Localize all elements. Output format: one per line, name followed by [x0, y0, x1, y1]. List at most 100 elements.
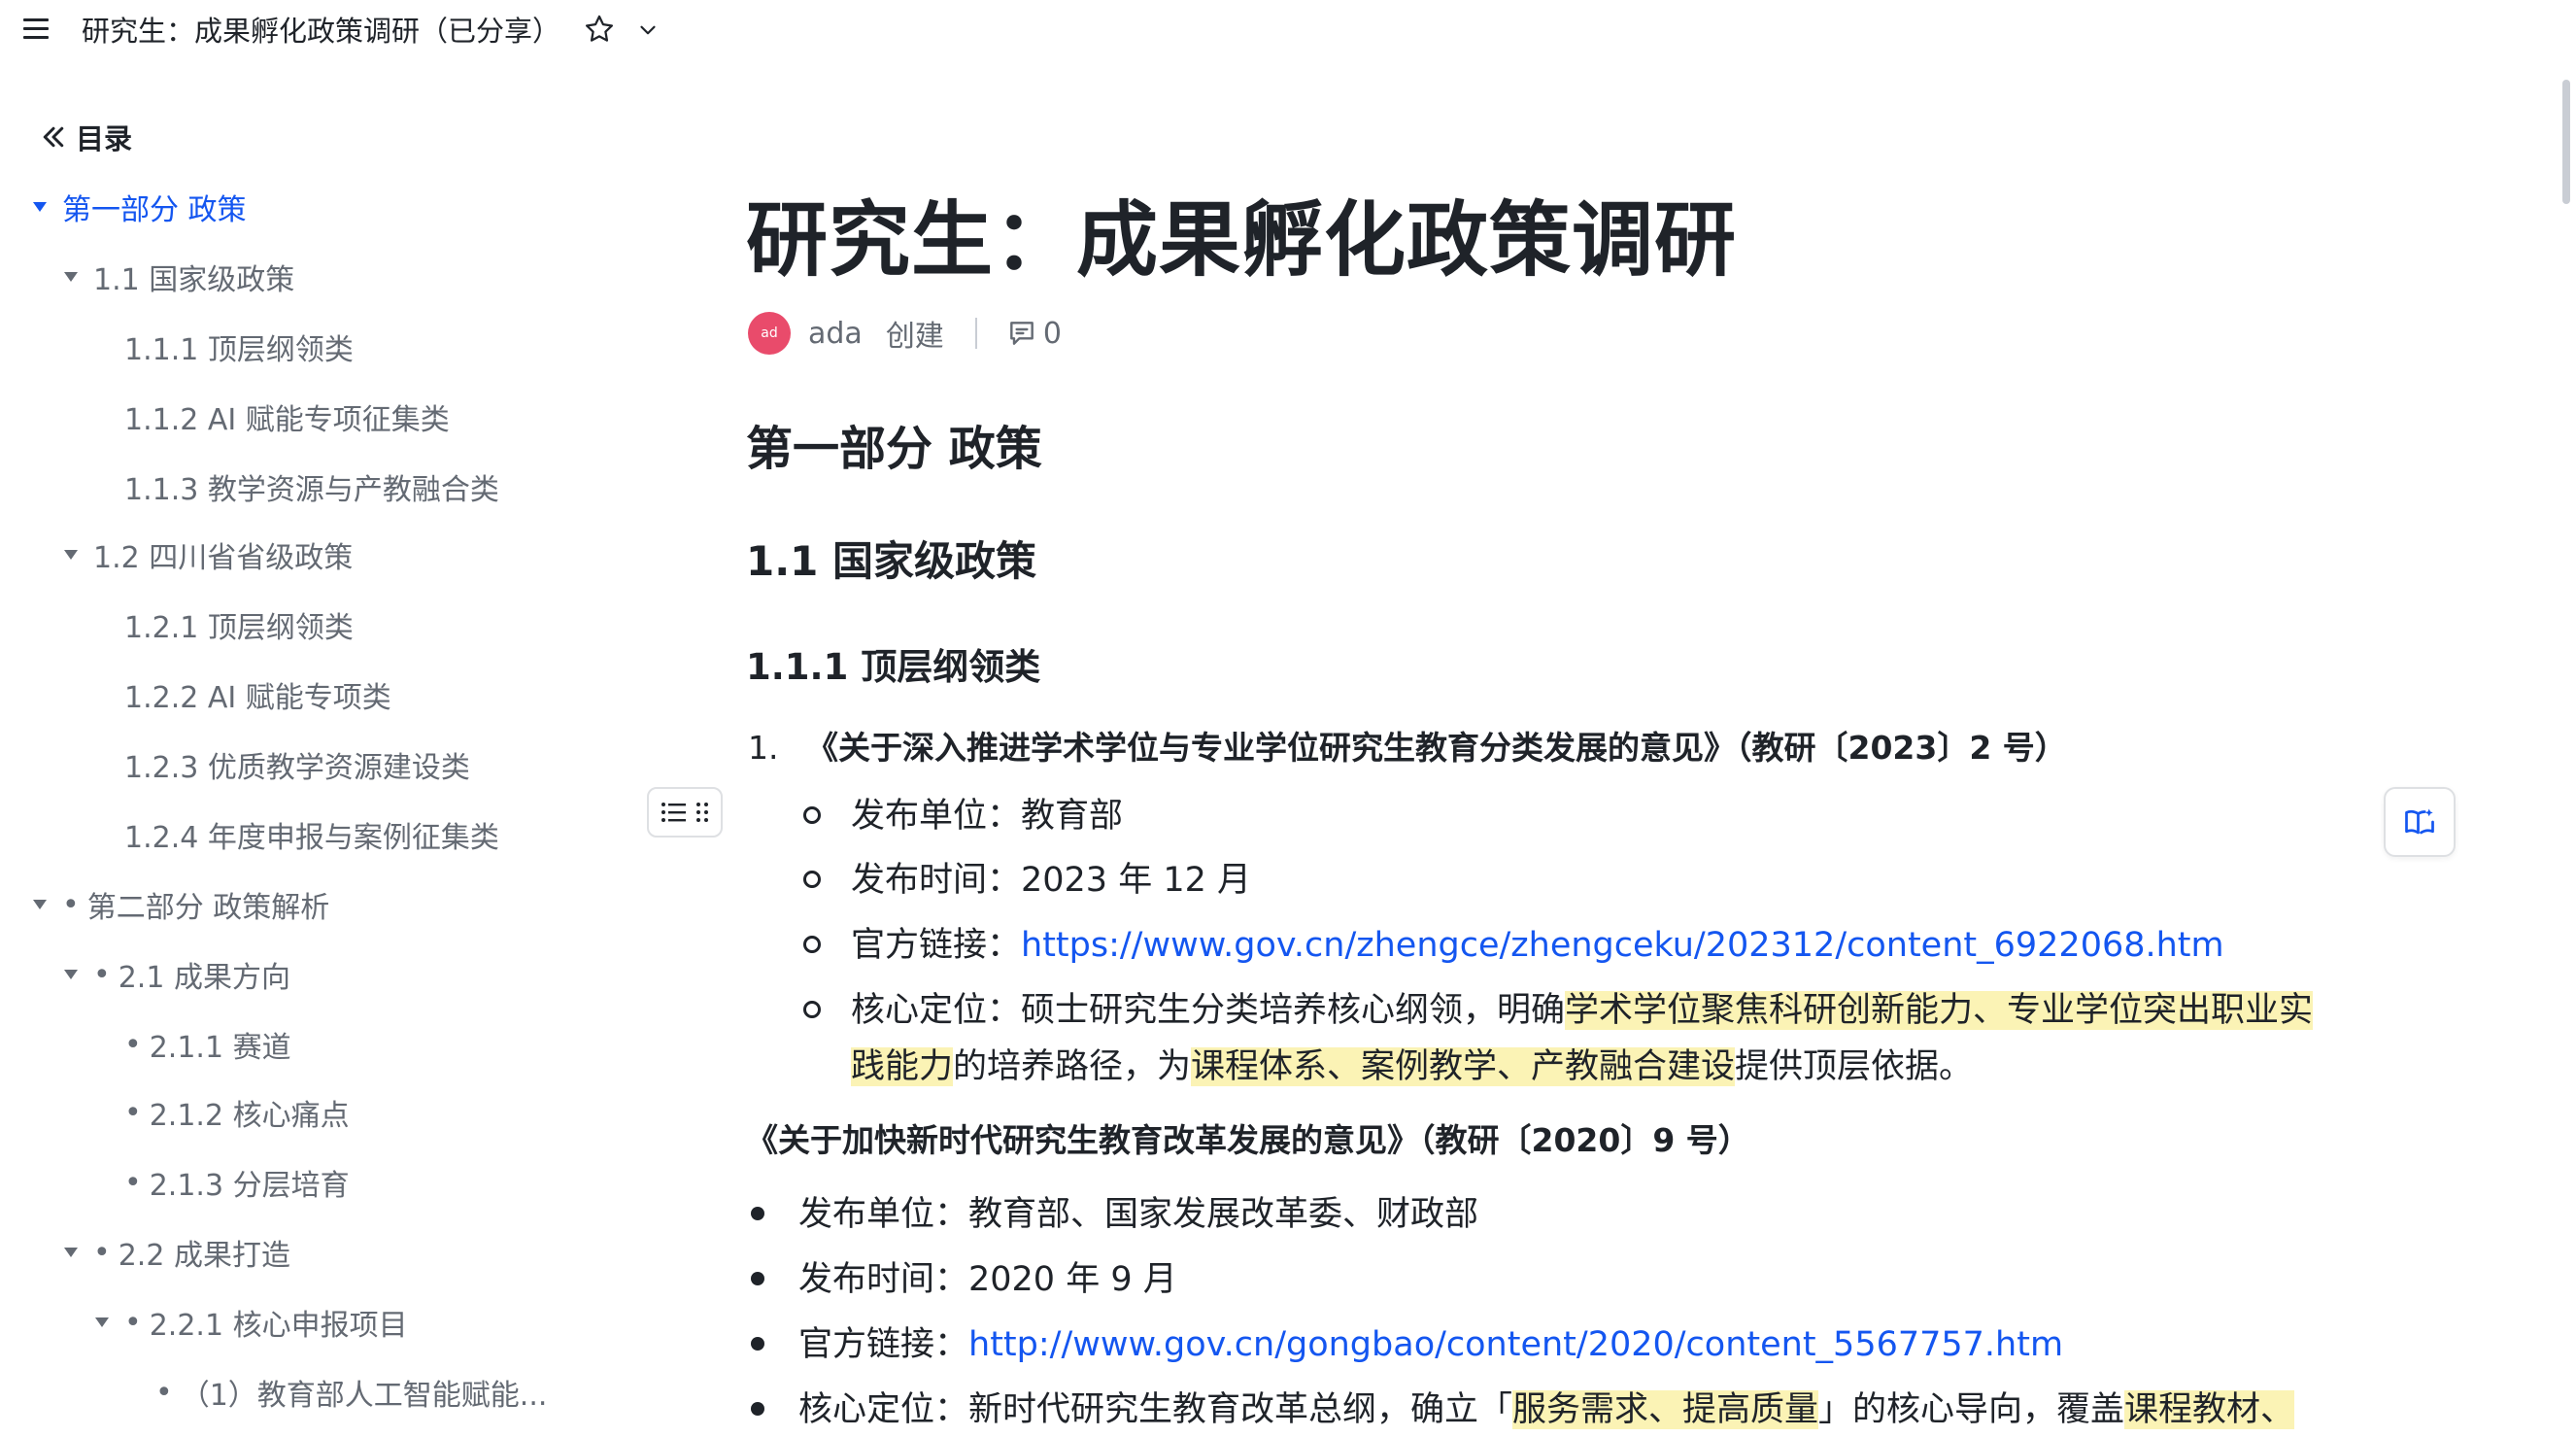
meta-divider	[974, 318, 977, 349]
star-icon[interactable]	[583, 13, 616, 46]
toc-item-1-1-2[interactable]: 1.1.2 AI 赋能专项征集类	[124, 393, 450, 441]
toc-item-label: 1.2.2 AI 赋能专项类	[124, 681, 391, 715]
toc-item-2-2-1[interactable]: • 2.2.1 核心申报项目	[95, 1298, 408, 1347]
core-text: 核心定位：硕士研究生分类培养核心纲领，明确	[851, 991, 1566, 1030]
core-text: 的培养路径，为	[953, 1047, 1192, 1086]
toc-item-label: 第二部分 政策解析	[86, 891, 330, 925]
policy-title[interactable]: 《关于深入推进学术学位与专业学位研究生教育分类发展的意见》（教研〔2023〕2 …	[806, 723, 2067, 773]
comment-button[interactable]: 0	[1006, 317, 1062, 351]
toc-item-1-2-4[interactable]: 1.2.4 年度申报与案例征集类	[124, 810, 499, 859]
toc-item-1-1-1[interactable]: 1.1.1 顶层纲领类	[124, 323, 354, 371]
comment-count: 0	[1042, 316, 1062, 351]
policy-date[interactable]: 发布时间：2023 年 12 月	[851, 853, 1251, 907]
scrollbar-thumb[interactable]	[2562, 80, 2570, 204]
list-bullet-disc	[751, 1337, 764, 1351]
toc-item-label: 1.1.2 AI 赋能专项征集类	[124, 403, 450, 437]
official-link[interactable]: http://www.gov.cn/gongbao/content/2020/c…	[968, 1325, 2063, 1364]
core-text: 」的核心导向，覆盖	[1818, 1390, 2125, 1429]
toc-item-1-1-3[interactable]: 1.1.3 教学资源与产教融合类	[124, 462, 499, 511]
hamburger-menu-icon[interactable]	[21, 16, 51, 43]
document-title-header[interactable]: 研究生：成果孵化政策调研（已分享）	[82, 12, 560, 51]
toc-item-label: 2.1.1 赛道	[149, 1031, 291, 1065]
created-label: 创建	[885, 320, 944, 354]
expand-triangle-icon[interactable]	[33, 900, 47, 909]
list-icon	[661, 803, 686, 822]
toc-item-2-1-2[interactable]: • 2.1.2 核心痛点	[124, 1088, 350, 1137]
toc-bullet: •	[93, 957, 111, 992]
toc-bullet: •	[124, 1165, 142, 1200]
avatar[interactable]: ad	[748, 312, 791, 355]
policy-issuer[interactable]: 发布单位：教育部	[851, 789, 1123, 843]
list-bullet-circle	[803, 936, 821, 953]
list-bullet-disc	[751, 1402, 764, 1416]
document-meta: ad ada 创建 0	[748, 309, 1062, 358]
toc-bullet: •	[124, 1027, 142, 1062]
list-bullet-disc	[751, 1272, 764, 1285]
toc-item-1-2-3[interactable]: 1.2.3 优质教学资源建设类	[124, 740, 470, 789]
link-label: 官方链接：	[851, 926, 1022, 965]
list-bullet-circle	[803, 1001, 821, 1018]
expand-triangle-icon[interactable]	[64, 550, 78, 560]
policy-core-line2[interactable]: 践能力的培养路径，为课程体系、案例教学、产教融合建设提供顶层依据。	[851, 1040, 1973, 1094]
top-bar: 研究生：成果孵化政策调研（已分享）	[0, 0, 2576, 62]
policy-link-row: 官方链接：https://www.gov.cn/zhengce/zhengcek…	[851, 918, 2224, 973]
highlighted-text: 服务需求、提高质量	[1512, 1390, 1819, 1429]
book-sparkle-icon	[2405, 808, 2434, 835]
list-bullet-disc	[751, 1207, 764, 1220]
highlighted-text: 践能力	[851, 1047, 954, 1086]
list-bullet-circle	[803, 806, 821, 824]
toc-item-label: 1.2.4 年度申报与案例征集类	[124, 821, 499, 855]
policy2-title[interactable]: 《关于加快新时代研究生教育改革发展的意见》（教研〔2020〕9 号）	[746, 1113, 1750, 1168]
core-text: 核心定位：新时代研究生教育改革总纲，确立「	[798, 1390, 1513, 1429]
heading-1-1-1[interactable]: 1.1.1 顶层纲领类	[746, 641, 1040, 694]
toc-item-1-2[interactable]: 1.2 四川省省级政策	[64, 530, 353, 579]
toc-item-2-2-1-1[interactable]: • （1）教育部人工智能赋能...	[155, 1368, 547, 1417]
policy2-core-line1[interactable]: 核心定位：新时代研究生教育改革总纲，确立「服务需求、提高质量」的核心导向，覆盖课…	[798, 1383, 2295, 1437]
toc-item-2-1[interactable]: • 2.1 成果方向	[64, 950, 290, 999]
comment-icon	[1009, 322, 1034, 345]
toc-collapse-button[interactable]: 目录	[39, 115, 132, 159]
official-link[interactable]: https://www.gov.cn/zhengce/zhengceku/202…	[1021, 926, 2224, 965]
policy2-issuer[interactable]: 发布单位：教育部、国家发展改革委、财政部	[798, 1187, 1478, 1242]
ai-read-button[interactable]	[2384, 787, 2456, 857]
expand-triangle-icon[interactable]	[95, 1317, 109, 1327]
toc-item-part2[interactable]: • 第二部分 政策解析	[33, 880, 329, 929]
toc-item-label: 2.1.2 核心痛点	[149, 1099, 350, 1133]
chevron-down-icon[interactable]	[635, 17, 661, 43]
toc-item-label: 1.2.1 顶层纲领类	[124, 611, 354, 645]
highlighted-text: 学术学位聚焦科研创新能力、专业学位突出职业实	[1565, 991, 2314, 1030]
toc-item-1-1[interactable]: 1.1 国家级政策	[64, 253, 294, 301]
heading-part1[interactable]: 第一部分 政策	[746, 418, 1042, 480]
toc-item-1-2-2[interactable]: 1.2.2 AI 赋能专项类	[124, 670, 391, 719]
policy2-date[interactable]: 发布时间：2020 年 9 月	[798, 1252, 1177, 1307]
heading-1-1[interactable]: 1.1 国家级政策	[746, 532, 1036, 591]
list-bullet-circle	[803, 871, 821, 888]
policy2-link-row: 官方链接：http://www.gov.cn/gongbao/content/2…	[798, 1317, 2063, 1372]
toc-item-2-1-3[interactable]: • 2.1.3 分层培育	[124, 1158, 350, 1207]
toc-outline-toolbar-button[interactable]	[647, 787, 723, 838]
toc-bullet: •	[62, 887, 80, 922]
page-title[interactable]: 研究生：成果孵化政策调研	[746, 183, 1737, 297]
toc-item-label: 2.2 成果打造	[118, 1239, 290, 1273]
highlighted-text: 课程教材、	[2124, 1390, 2295, 1429]
policy-core-line1[interactable]: 核心定位：硕士研究生分类培养核心纲领，明确学术学位聚焦科研创新能力、专业学位突出…	[851, 983, 2314, 1038]
expand-triangle-icon[interactable]	[64, 272, 78, 282]
toc-bullet: •	[124, 1095, 142, 1130]
expand-triangle-icon[interactable]	[64, 970, 78, 979]
toc-bullet: •	[93, 1235, 111, 1270]
toc-item-label: 1.1.3 教学资源与产教融合类	[124, 473, 499, 507]
expand-triangle-icon[interactable]	[64, 1248, 78, 1257]
highlighted-text: 课程体系、案例教学、产教融合建设	[1191, 1047, 1736, 1086]
double-chevron-left-icon	[43, 126, 64, 148]
link-label: 官方链接：	[798, 1325, 969, 1364]
toc-item-label: 2.1.3 分层培育	[149, 1169, 350, 1203]
toc-item-1-2-1[interactable]: 1.2.1 顶层纲领类	[124, 600, 354, 649]
toc-item-label: 1.2.3 优质教学资源建设类	[124, 751, 470, 785]
toc-item-part1[interactable]: 第一部分 政策	[33, 183, 247, 231]
toc-item-2-1-1[interactable]: • 2.1.1 赛道	[124, 1020, 291, 1069]
author-name[interactable]: ada	[808, 317, 863, 351]
toc-item-label: 1.2 四川省省级政策	[93, 541, 354, 575]
toc-item-label: 第一部分 政策	[62, 193, 247, 227]
expand-triangle-icon[interactable]	[33, 202, 47, 212]
toc-item-2-2[interactable]: • 2.2 成果打造	[64, 1228, 290, 1277]
